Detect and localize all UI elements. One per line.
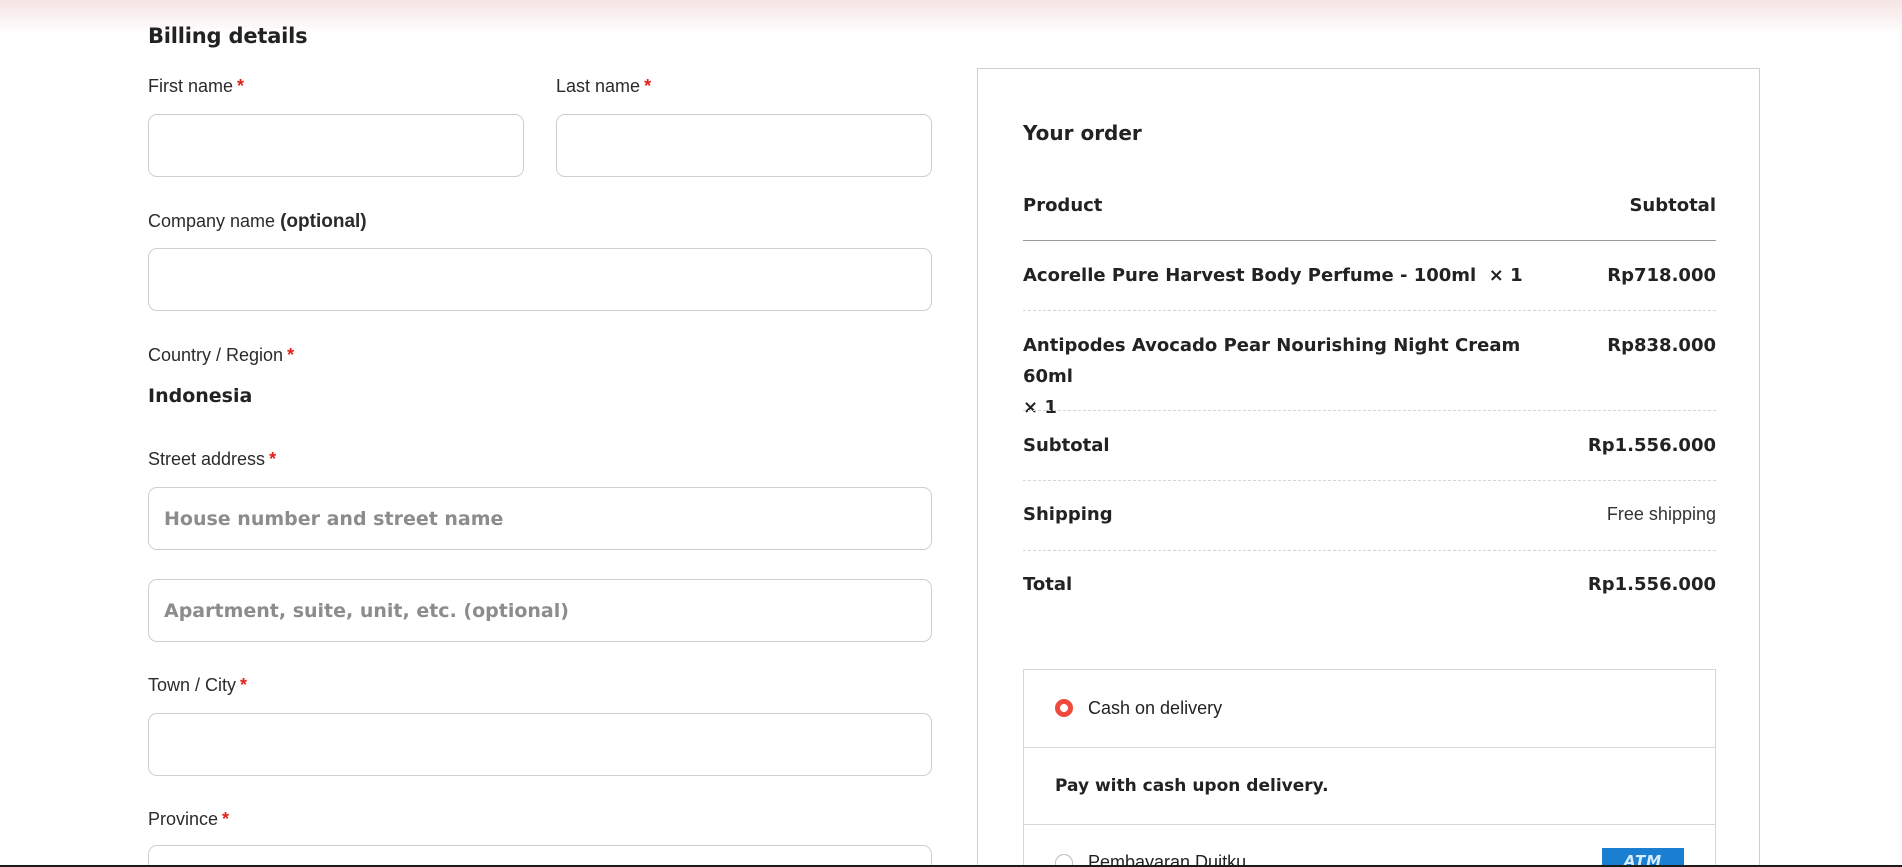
apartment-input[interactable] <box>149 580 931 641</box>
header-divider <box>1023 240 1716 241</box>
total-label: Total <box>1023 574 1073 595</box>
required-mark: * <box>644 76 652 96</box>
street-field-wrap <box>148 487 932 550</box>
required-mark: * <box>287 345 295 365</box>
last-name-input[interactable] <box>557 115 931 176</box>
province-select[interactable] <box>148 845 932 867</box>
province-label-text: Province <box>148 809 219 829</box>
subtotal-label: Subtotal <box>1023 435 1110 456</box>
first-name-label-text: First name <box>148 76 234 96</box>
shipping-value: Free shipping <box>1606 504 1716 524</box>
optional-tag: (optional) <box>280 211 367 232</box>
order-item-price: Rp838.000 <box>1607 335 1716 356</box>
apartment-field-wrap <box>148 579 932 642</box>
payment-option-cod[interactable]: Cash on delivery <box>1024 670 1715 748</box>
row-divider <box>1023 410 1716 411</box>
city-input[interactable] <box>149 714 931 775</box>
payment-option-label[interactable]: Cash on delivery <box>1088 698 1222 719</box>
order-item-qty: × 1 <box>1488 265 1523 286</box>
order-title: Your order <box>1023 121 1142 145</box>
street-label-text: Street address <box>148 449 266 469</box>
company-input[interactable] <box>149 249 931 310</box>
payment-option-duitku[interactable]: Pembayaran Duitku ATM <box>1024 825 1715 867</box>
required-mark: * <box>269 449 277 469</box>
order-item-name: Acorelle Pure Harvest Body Perfume - 100… <box>1023 265 1477 286</box>
street-label: Street address * <box>148 449 276 470</box>
checkout-page: Billing details First name * Last name * C… <box>0 0 1902 867</box>
billing-title: Billing details <box>148 24 308 48</box>
header-product: Product <box>1023 195 1103 216</box>
company-label-text: Company name <box>148 211 276 231</box>
required-mark: * <box>237 76 245 96</box>
last-name-label: Last name * <box>556 76 651 97</box>
order-review-panel: Your order Product Subtotal Acorelle Pur… <box>977 68 1760 867</box>
city-field-wrap <box>148 713 932 776</box>
row-divider <box>1023 480 1716 481</box>
subtotal-value: Rp1.556.000 <box>1587 435 1716 456</box>
order-item-name: Antipodes Avocado Pear Nourishing Night … <box>1023 335 1521 387</box>
payment-description: Pay with cash upon delivery. <box>1055 776 1329 796</box>
order-item-name-wrap: Acorelle Pure Harvest Body Perfume - 100… <box>1023 265 1523 286</box>
row-divider <box>1023 310 1716 311</box>
required-mark: * <box>240 675 248 695</box>
radio-selected-icon[interactable] <box>1055 699 1073 717</box>
last-name-field-wrap <box>556 114 932 177</box>
province-label: Province * <box>148 809 229 830</box>
company-label: Company name (optional) <box>148 211 367 233</box>
payment-description-box: Pay with cash upon delivery. <box>1024 748 1715 825</box>
total-value: Rp1.556.000 <box>1587 574 1716 595</box>
required-mark: * <box>222 809 230 829</box>
order-item-qty: × 1 <box>1023 397 1057 418</box>
city-label-text: Town / City <box>148 675 237 695</box>
company-field-wrap <box>148 248 932 311</box>
header-subtotal: Subtotal <box>1629 195 1716 216</box>
last-name-label-text: Last name <box>556 76 641 96</box>
first-name-field-wrap <box>148 114 524 177</box>
country-label: Country / Region * <box>148 345 294 366</box>
first-name-input[interactable] <box>149 115 523 176</box>
country-label-text: Country / Region <box>148 345 284 365</box>
order-item-price: Rp718.000 <box>1607 265 1716 286</box>
payment-methods: Cash on delivery Pay with cash upon deli… <box>1023 669 1716 867</box>
row-divider <box>1023 550 1716 551</box>
street-address-input[interactable] <box>149 488 931 549</box>
first-name-label: First name * <box>148 76 244 97</box>
country-value: Indonesia <box>148 385 253 407</box>
city-label: Town / City * <box>148 675 247 696</box>
shipping-label: Shipping <box>1023 504 1113 525</box>
